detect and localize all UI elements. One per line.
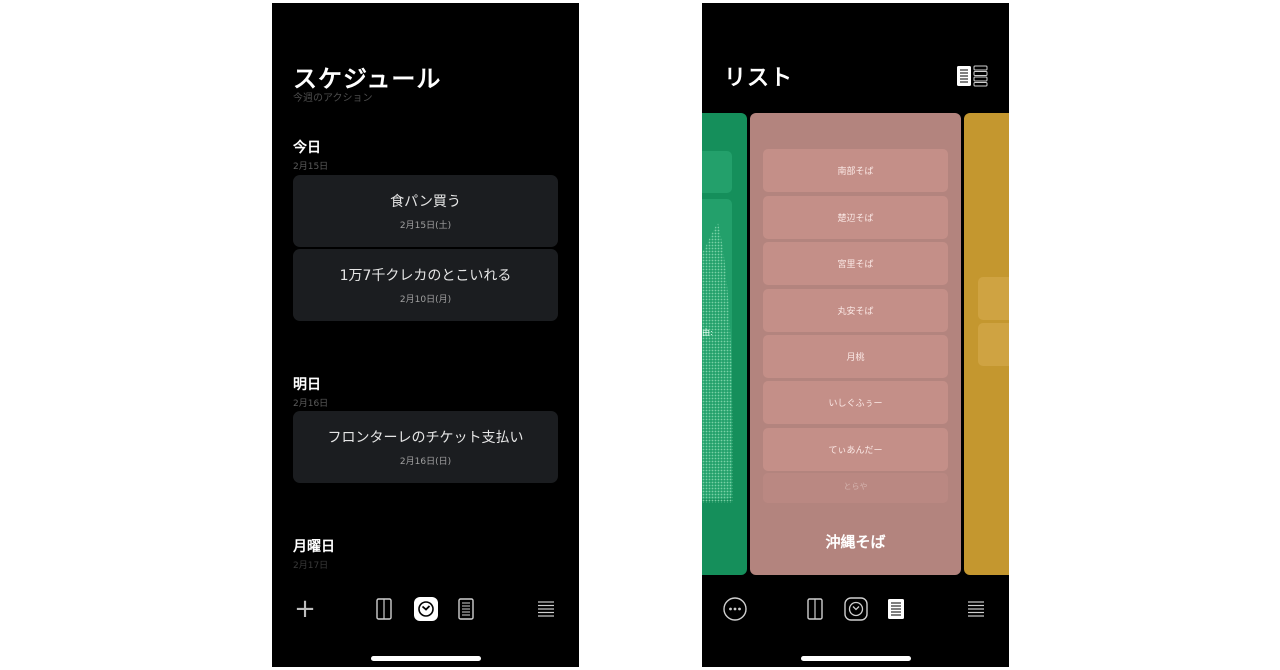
plus-icon: + [294, 594, 316, 624]
task-card[interactable]: 1万7千クレカのとこいれる 2月10日(月) [293, 249, 558, 321]
list-item[interactable]: 南部そば [763, 149, 948, 192]
list-screen: リスト 由: 南部そば 楚辺そば 宮里そば 丸安そば 月桃 いしぐふぅー てぃあ… [702, 3, 1009, 667]
add-button[interactable]: + [293, 594, 317, 624]
list-tab[interactable] [454, 597, 478, 621]
list-item[interactable]: 宮里そば [763, 242, 948, 285]
section-label: 明日 [293, 377, 321, 393]
task-title: 1万7千クレカのとこいれる [339, 268, 512, 284]
section-today: 今日 2月15日 [293, 137, 328, 172]
board-view-icon [807, 598, 823, 620]
section-date: 2月15日 [293, 162, 329, 172]
bottom-toolbar: + [272, 591, 579, 627]
section-tomorrow: 明日 2月16日 [293, 374, 328, 409]
schedule-tab[interactable] [414, 597, 438, 621]
clock-icon [844, 597, 868, 621]
list-column-yellow[interactable] [964, 113, 1009, 575]
home-indicator [801, 656, 911, 661]
section-monday: 月曜日 2月17日 [293, 536, 335, 571]
schedule-tab[interactable] [844, 597, 868, 621]
menu-button[interactable] [964, 597, 988, 621]
section-date: 2月17日 [293, 561, 329, 571]
task-title: 食パン買う [390, 194, 461, 210]
task-title: フロンターレのチケット支払い [327, 430, 524, 446]
list-view-icon [458, 598, 474, 620]
list-item[interactable] [978, 323, 1009, 366]
list-item[interactable]: 楚辺そば [763, 196, 948, 239]
texture-pattern [702, 223, 733, 503]
task-date: 2月10日(月) [399, 295, 452, 305]
list-column-green[interactable]: 由: [702, 113, 747, 575]
list-item[interactable] [702, 151, 732, 193]
list-tab[interactable] [884, 597, 908, 621]
page-title: リスト [724, 66, 794, 91]
task-date: 2月15日(土) [399, 221, 452, 231]
more-button[interactable] [723, 597, 747, 621]
menu-icon [538, 601, 554, 617]
list-item[interactable] [978, 277, 1009, 320]
list-item[interactable]: とらや [763, 473, 948, 503]
bottom-toolbar [702, 591, 1009, 627]
task-date: 2月16日(日) [399, 457, 452, 467]
more-icon [723, 597, 747, 621]
task-card[interactable]: 食パン買う 2月15日(土) [293, 175, 558, 247]
list-view-icon [888, 599, 904, 619]
clock-icon [414, 597, 438, 621]
board-tab[interactable] [803, 597, 827, 621]
menu-icon [968, 601, 984, 617]
schedule-screen: スケジュール 今週のアクション 今日 2月15日 食パン買う 2月15日(土) … [272, 3, 579, 667]
section-date: 2月16日 [293, 399, 329, 409]
view-toggle-icon [957, 65, 988, 87]
page-subtitle: 今週のアクション [293, 93, 373, 104]
list-item[interactable]: いしぐふぅー [763, 381, 948, 424]
list-item-label: 由: [702, 328, 713, 337]
section-label: 今日 [293, 140, 321, 156]
home-indicator [371, 656, 481, 661]
menu-button[interactable] [534, 597, 558, 621]
board-view-icon [376, 598, 392, 620]
list-item[interactable]: 月桃 [763, 335, 948, 378]
column-name: 沖縄そば [825, 533, 886, 551]
list-item[interactable]: てぃあんだー [763, 428, 948, 471]
section-label: 月曜日 [293, 539, 335, 555]
board-tab[interactable] [372, 597, 396, 621]
view-toggle-button[interactable] [956, 65, 988, 91]
task-card[interactable]: フロンターレのチケット支払い 2月16日(日) [293, 411, 558, 483]
list-item[interactable]: 丸安そば [763, 289, 948, 332]
list-column-okinawa-soba[interactable]: 南部そば 楚辺そば 宮里そば 丸安そば 月桃 いしぐふぅー てぃあんだー とらや… [750, 113, 961, 575]
